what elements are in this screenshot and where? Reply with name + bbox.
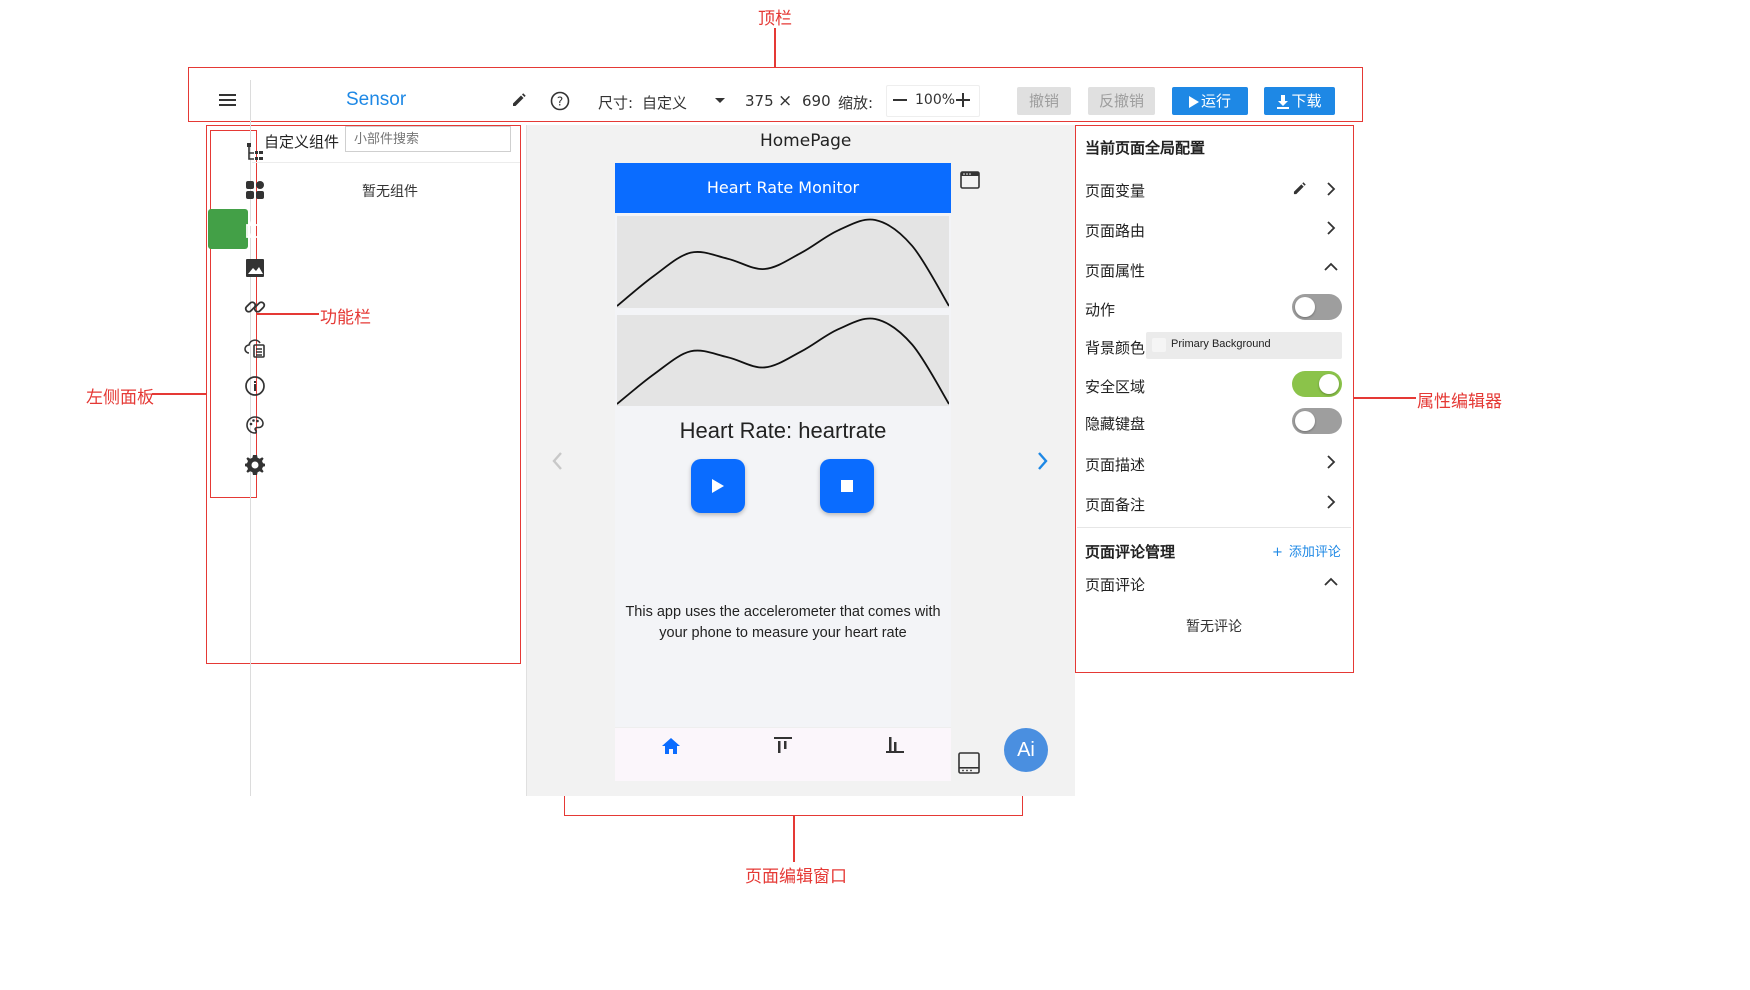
add-comment-label: 添加评论 <box>1288 545 1341 560</box>
menu-icon[interactable] <box>218 91 238 109</box>
heart-rate-chart-1[interactable] <box>617 216 949 308</box>
action-label: 动作 <box>1085 301 1116 319</box>
action-toggle[interactable] <box>1292 294 1342 320</box>
page-comments-label[interactable]: 页面评论 <box>1085 574 1145 595</box>
run-label: 运行 <box>1200 92 1231 110</box>
page-properties-label[interactable]: 页面属性 <box>1085 260 1145 281</box>
chevron-right-icon[interactable] <box>1326 495 1336 509</box>
settings-icon[interactable] <box>243 453 267 477</box>
download-icon <box>1277 94 1290 109</box>
link-icon[interactable] <box>243 295 267 319</box>
page-routes-label[interactable]: 页面路由 <box>1085 220 1145 241</box>
chevron-right-icon[interactable] <box>1326 221 1336 235</box>
annotation-line <box>152 393 206 395</box>
play-icon <box>1188 95 1199 108</box>
width-input[interactable]: 375 <box>745 92 774 110</box>
left-panel-divider <box>252 162 520 163</box>
zoom-in-icon[interactable] <box>956 93 970 107</box>
zoom-value: 100% <box>915 92 956 108</box>
download-label: 下载 <box>1291 92 1322 110</box>
page-notes-label[interactable]: 页面备注 <box>1085 494 1145 515</box>
bg-color-label: 背景颜色 <box>1085 339 1146 357</box>
global-config-title: 当前页面全局配置 <box>1085 139 1206 157</box>
undo-button[interactable]: 撤销 <box>1017 87 1071 115</box>
svg-text:?: ? <box>557 95 563 109</box>
heart-rate-chart-2[interactable] <box>617 315 949 406</box>
chevron-right-icon[interactable] <box>1326 182 1336 196</box>
empty-components-text: 暂无组件 <box>362 184 418 200</box>
annotation-left-panel: 左侧面板 <box>86 388 154 408</box>
stop-icon <box>841 480 853 492</box>
empty-comments-text: 暂无评论 <box>1186 619 1242 635</box>
widget-search-input[interactable] <box>345 126 511 152</box>
app-bar-title: Heart Rate Monitor <box>706 178 860 197</box>
app-description: This app uses the accelerometer that com… <box>625 604 941 641</box>
vertical-align-top-icon[interactable] <box>773 736 793 754</box>
widgets-icon[interactable] <box>243 178 267 202</box>
left-panel-title: 自定义组件 <box>264 133 340 151</box>
heart-rate-text: Heart Rate: heartrate <box>615 418 951 444</box>
home-icon[interactable] <box>661 737 681 755</box>
help-icon[interactable]: ? <box>550 91 570 111</box>
bg-color-select[interactable]: Primary Background <box>1146 332 1342 359</box>
start-button[interactable] <box>691 459 745 513</box>
annotation-line <box>793 816 795 862</box>
chevron-up-icon[interactable] <box>1324 577 1338 587</box>
chevron-up-icon[interactable] <box>1324 262 1338 272</box>
stop-button[interactable] <box>820 459 874 513</box>
project-name[interactable]: Sensor <box>346 89 406 111</box>
annotation-property-editor: 属性编辑器 <box>1417 392 1502 412</box>
edit-icon[interactable] <box>512 93 526 107</box>
height-input[interactable]: 690 <box>802 92 831 110</box>
zoom-label: 缩放: <box>838 94 874 112</box>
zoom-out-icon[interactable] <box>893 99 907 101</box>
annotation-line <box>1354 397 1416 399</box>
hide-keyboard-label: 隐藏键盘 <box>1085 415 1146 433</box>
page-name: HomePage <box>760 131 852 151</box>
dropdown-arrow-icon[interactable] <box>714 97 726 105</box>
info-icon[interactable] <box>243 374 267 398</box>
chevron-right-icon[interactable] <box>1326 455 1336 469</box>
ai-assistant-button[interactable]: Ai <box>1004 728 1048 772</box>
size-label: 尺寸: <box>598 94 634 112</box>
bar-chart-icon[interactable] <box>885 736 905 754</box>
times-sign: × <box>778 91 793 111</box>
data-source-icon[interactable] <box>243 335 267 359</box>
image-icon[interactable] <box>243 256 267 280</box>
app-bar-toggle-icon[interactable] <box>960 171 980 189</box>
active-rail-highlight <box>208 209 248 249</box>
color-swatch <box>1152 338 1166 352</box>
safe-area-label: 安全区域 <box>1085 378 1146 396</box>
heart-rate-label: Heart Rate: <box>679 418 793 443</box>
theme-palette-icon[interactable] <box>243 413 267 437</box>
custom-component-icon[interactable] <box>243 217 267 241</box>
safe-area-toggle[interactable] <box>1292 371 1342 397</box>
page-description-label[interactable]: 页面描述 <box>1085 454 1145 475</box>
next-page-icon[interactable] <box>1037 451 1049 471</box>
edit-variables-icon[interactable] <box>1293 182 1306 195</box>
annotation-function-bar: 功能栏 <box>320 308 371 328</box>
right-panel-divider <box>1077 527 1351 528</box>
bottom-bar-toggle-icon[interactable] <box>958 752 980 774</box>
annotation-page-edit-window: 页面编辑窗口 <box>745 867 847 887</box>
add-comment-button[interactable]: + 添加评论 <box>1272 541 1341 560</box>
heart-rate-value: heartrate <box>798 418 887 443</box>
play-icon <box>712 479 724 493</box>
annotation-top-bar: 顶栏 <box>758 9 792 29</box>
redo-button[interactable]: 反撤销 <box>1088 87 1155 115</box>
run-button[interactable]: 运行 <box>1172 87 1248 115</box>
download-button[interactable]: 下载 <box>1264 87 1335 115</box>
size-preset-select[interactable]: 自定义 <box>642 92 687 113</box>
app-bar[interactable]: Heart Rate Monitor <box>615 163 951 213</box>
page-variables-label[interactable]: 页面变量 <box>1085 180 1145 201</box>
hide-keyboard-toggle[interactable] <box>1292 408 1342 434</box>
plus-icon: + <box>1272 545 1283 560</box>
previous-page-icon[interactable] <box>551 451 563 471</box>
bg-color-value: Primary Background <box>1171 338 1271 350</box>
comments-title: 页面评论管理 <box>1085 543 1176 561</box>
annotation-line <box>774 28 776 68</box>
